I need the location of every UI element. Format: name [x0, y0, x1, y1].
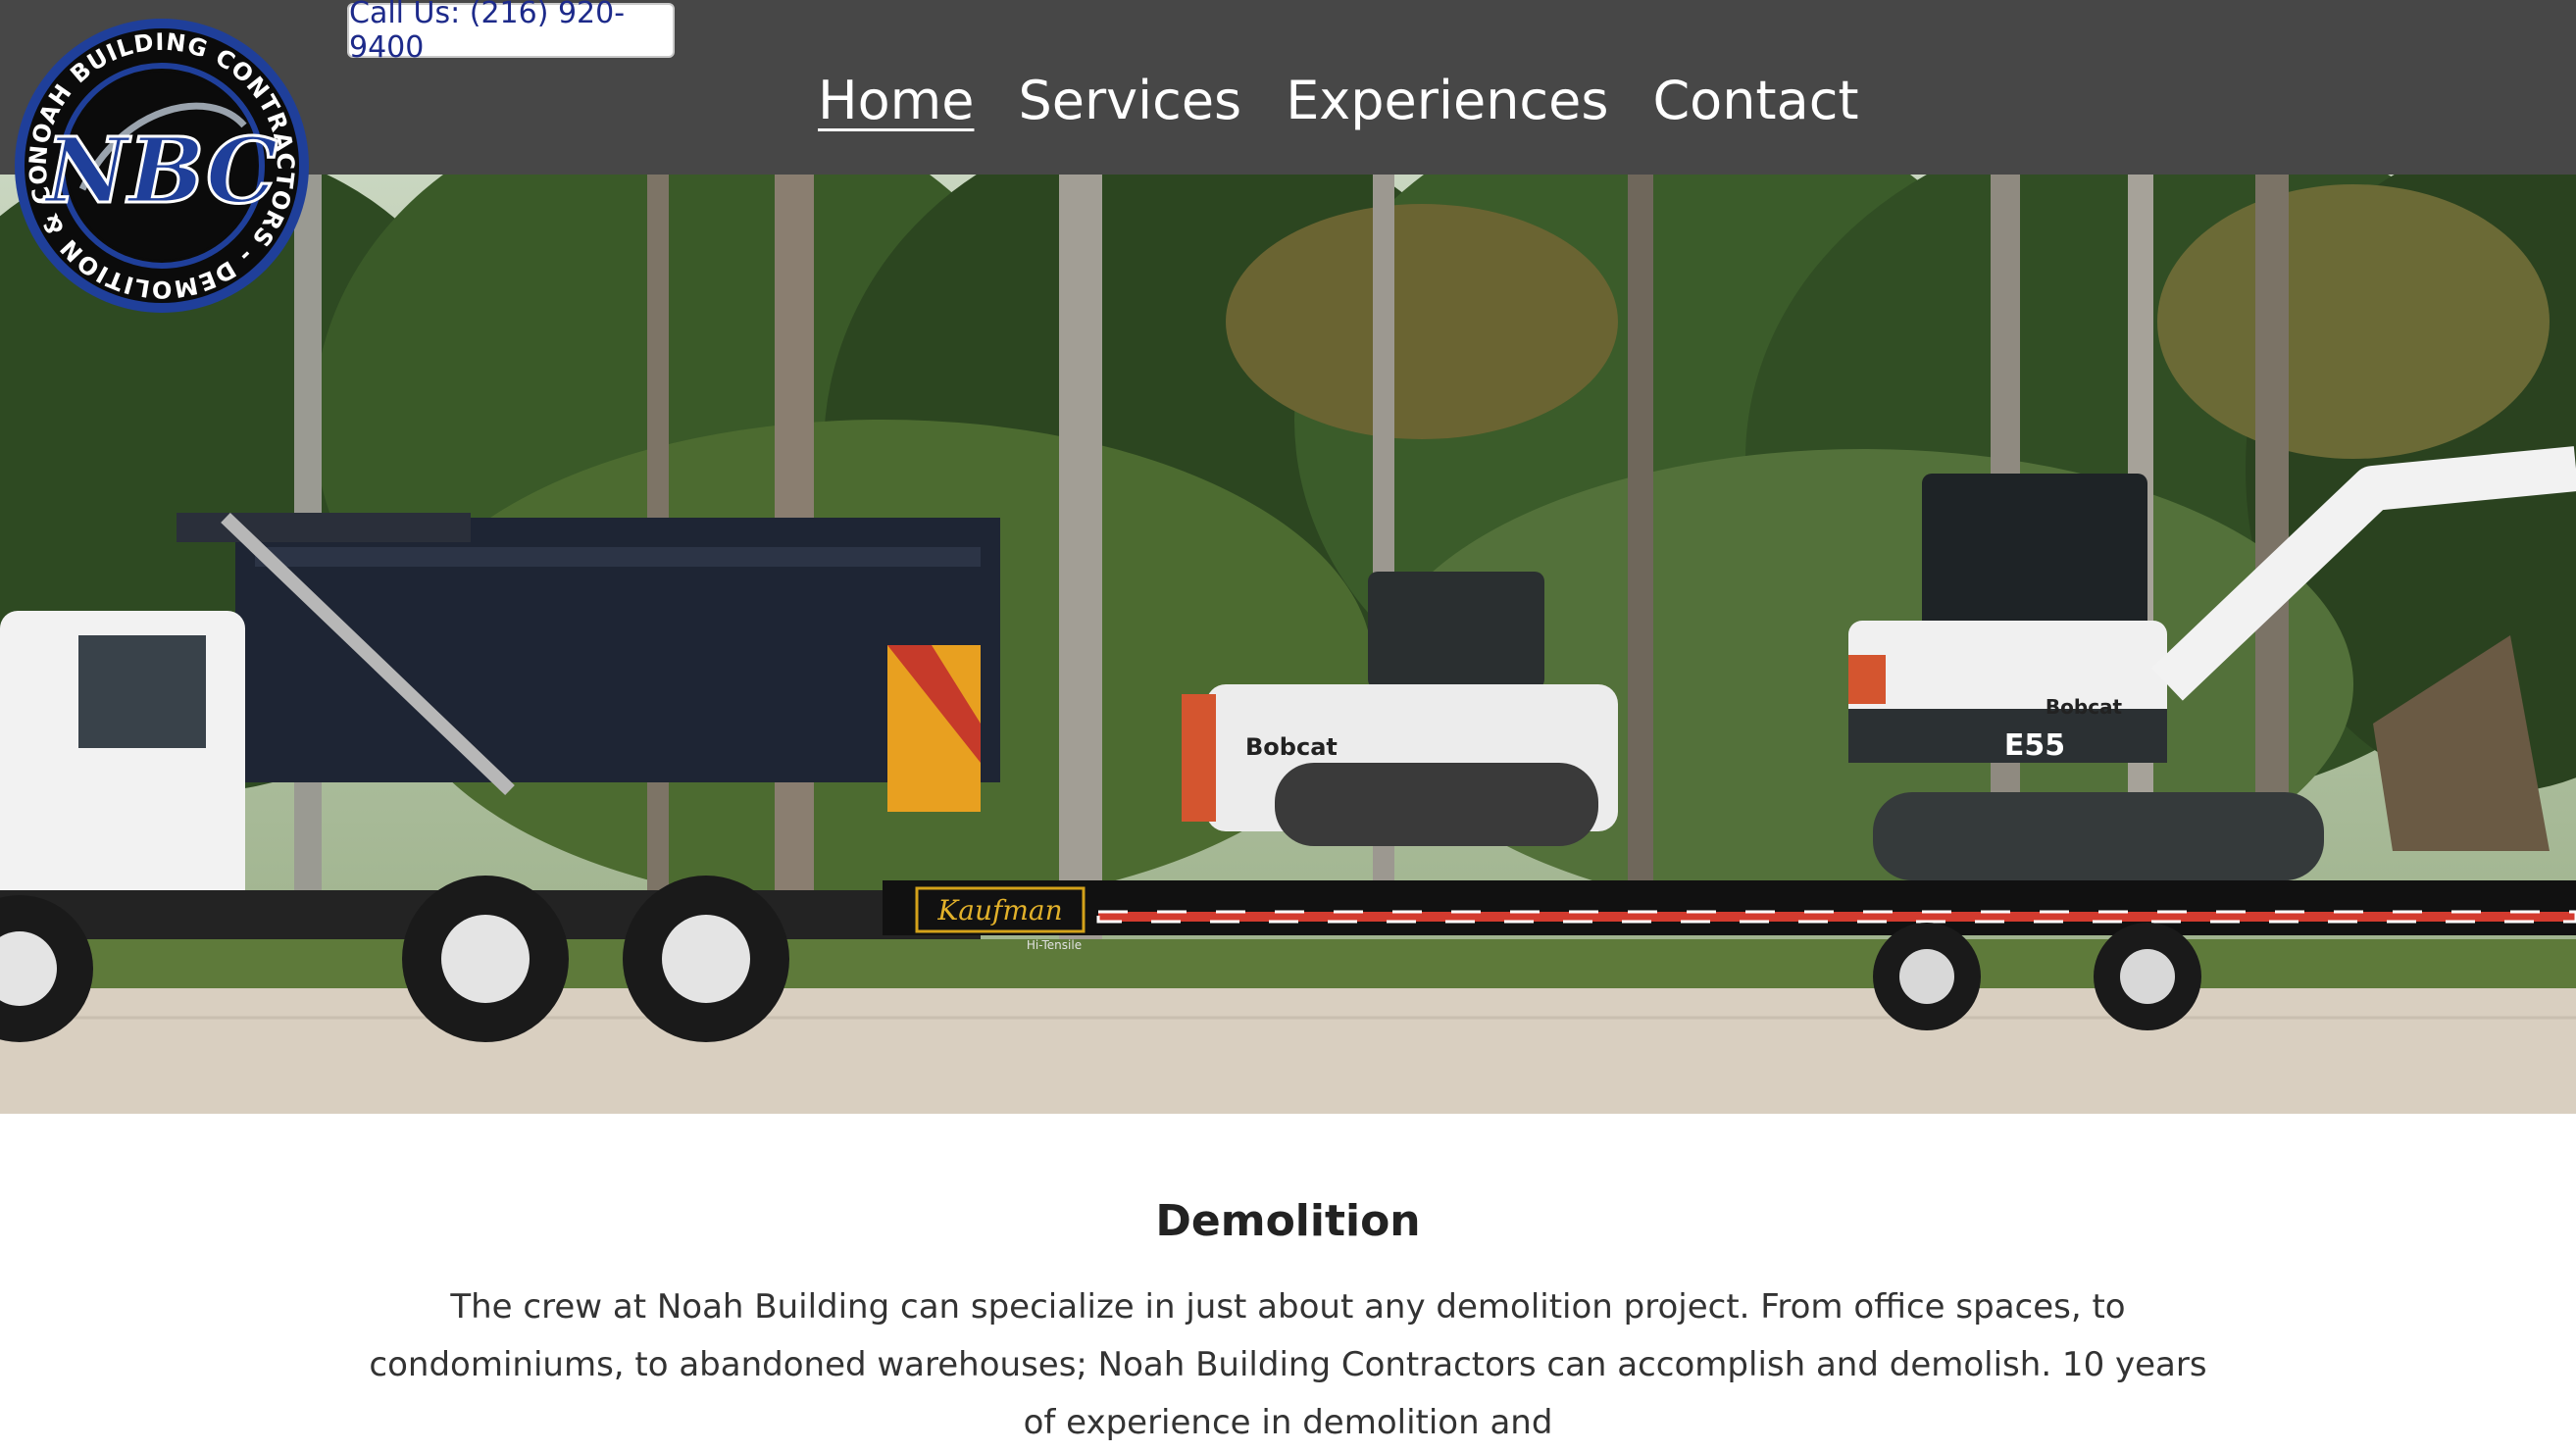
hero-image: Kaufman Hi-Tensile Bobcat E55 Bobcat — [0, 175, 2576, 1114]
trailer-subtext: Hi-Tensile — [1027, 938, 1082, 952]
main-nav: Home Services Experiences Contact — [818, 67, 1859, 135]
excavator-brand: Bobcat — [2046, 695, 2123, 719]
call-us-button[interactable]: Call Us: (216) 920-9400 — [347, 0, 675, 65]
logo-monogram: NBC — [43, 118, 278, 224]
nav-services[interactable]: Services — [1018, 75, 1241, 127]
nav-experiences[interactable]: Experiences — [1286, 75, 1608, 127]
trailer-decal: Kaufman — [936, 894, 1062, 926]
excavator-model: E55 — [2004, 728, 2065, 763]
nav-contact[interactable]: Contact — [1652, 75, 1858, 127]
skid-steer-brand: Bobcat — [1245, 733, 1338, 761]
nav-home[interactable]: Home — [818, 75, 974, 127]
section-body: The crew at Noah Building can specialize… — [369, 1287, 2207, 1442]
services-intro: Demolition The crew at Noah Building can… — [0, 1114, 2576, 1442]
company-logo[interactable]: NOAH BUILDING CONTRACTORS - DEMOLITION &… — [14, 18, 310, 314]
section-heading: Demolition — [1155, 1196, 1421, 1246]
